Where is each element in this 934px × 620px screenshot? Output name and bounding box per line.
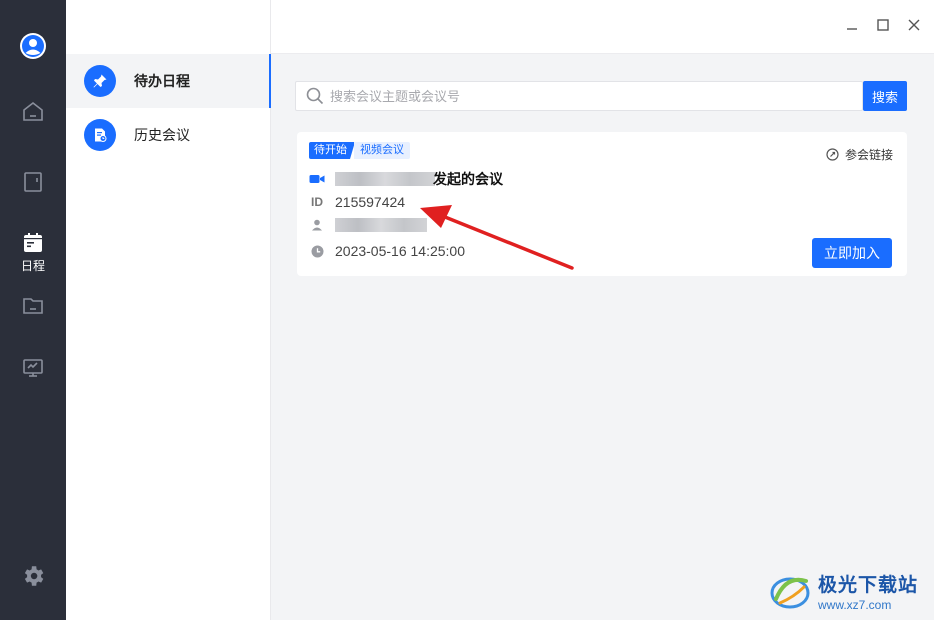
rail-files[interactable] bbox=[0, 290, 66, 322]
person-icon bbox=[309, 219, 325, 231]
status-badge: 待开始 bbox=[309, 142, 355, 159]
redacted-host-name bbox=[335, 172, 435, 186]
meeting-title-row: 发起的会议 bbox=[309, 169, 503, 189]
video-camera-icon bbox=[309, 173, 325, 185]
home-icon bbox=[23, 101, 43, 121]
maximize-button[interactable] bbox=[872, 14, 894, 36]
sub-navigation: 待办日程 历史会议 bbox=[66, 0, 272, 620]
avatar[interactable] bbox=[0, 28, 66, 64]
meeting-id-row: ID 215597424 bbox=[309, 194, 405, 210]
subnav-label: 待办日程 bbox=[134, 73, 190, 89]
left-rail: 日程 bbox=[0, 0, 66, 620]
main-content: 搜索 待开始 视频会议 参会链接 发起的会议 ID 215597424 bbox=[271, 54, 934, 620]
redacted-host bbox=[335, 218, 427, 232]
rail-screen[interactable] bbox=[0, 352, 66, 384]
aurora-logo-icon bbox=[770, 577, 810, 609]
maximize-icon bbox=[877, 19, 889, 31]
meeting-card[interactable]: 待开始 视频会议 参会链接 发起的会议 ID 215597424 2023-05… bbox=[297, 132, 907, 276]
watermark: 极光下载站 www.xz7.com bbox=[768, 566, 930, 616]
join-now-button[interactable]: 立即加入 bbox=[812, 238, 892, 268]
link-icon bbox=[826, 148, 839, 161]
subnav-item-pending-schedule[interactable]: 待办日程 bbox=[66, 54, 272, 108]
meeting-link-button[interactable]: 参会链接 bbox=[826, 146, 893, 163]
id-label: ID bbox=[311, 195, 323, 209]
rail-schedule-label: 日程 bbox=[20, 259, 45, 273]
subnav-label: 历史会议 bbox=[134, 127, 190, 143]
minimize-icon bbox=[847, 28, 857, 30]
title-bar bbox=[271, 0, 934, 54]
minimize-button[interactable] bbox=[841, 14, 863, 36]
user-icon bbox=[20, 33, 46, 59]
rail-notebook[interactable] bbox=[0, 166, 66, 198]
close-button[interactable] bbox=[903, 14, 925, 36]
watermark-url: www.xz7.com bbox=[818, 598, 892, 612]
meeting-time: 2023-05-16 14:25:00 bbox=[335, 243, 465, 259]
pin-icon bbox=[84, 65, 116, 97]
meeting-link-label: 参会链接 bbox=[844, 148, 893, 162]
rail-settings[interactable] bbox=[0, 560, 66, 592]
meeting-type-badge: 视频会议 bbox=[354, 142, 410, 159]
meeting-title: 发起的会议 bbox=[433, 171, 503, 187]
search-button[interactable]: 搜索 bbox=[863, 81, 907, 111]
search-icon bbox=[306, 87, 324, 105]
book-icon bbox=[24, 172, 42, 192]
close-icon bbox=[908, 19, 920, 31]
search-input[interactable] bbox=[330, 88, 850, 104]
gear-icon bbox=[24, 566, 44, 586]
history-doc-icon bbox=[84, 119, 116, 151]
watermark-brand: 极光下载站 bbox=[818, 575, 919, 596]
meeting-host-row bbox=[309, 218, 427, 232]
search-box bbox=[295, 81, 863, 111]
subnav-item-history-meetings[interactable]: 历史会议 bbox=[66, 108, 271, 162]
folder-icon bbox=[23, 298, 43, 314]
clock-icon bbox=[309, 245, 325, 258]
meeting-id: 215597424 bbox=[335, 194, 406, 210]
calendar-icon bbox=[24, 233, 42, 252]
rail-home[interactable] bbox=[0, 96, 66, 128]
monitor-icon bbox=[23, 359, 43, 377]
meeting-time-row: 2023-05-16 14:25:00 bbox=[309, 243, 465, 259]
rail-schedule[interactable]: 日程 bbox=[0, 230, 66, 276]
